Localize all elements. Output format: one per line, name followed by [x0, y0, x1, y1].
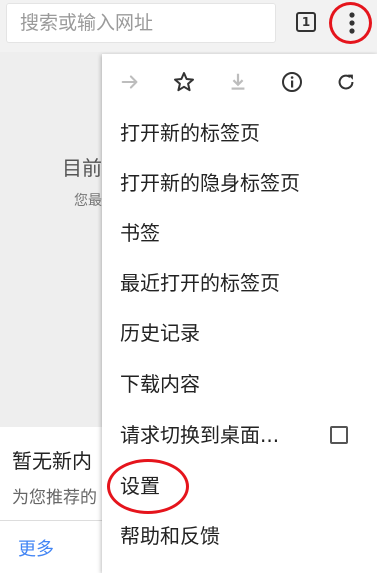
menu-item-desktop-site[interactable]: 请求切换到桌面... [102, 410, 377, 460]
menu-item-new-incognito-tab[interactable]: 打开新的隐身标签页 [102, 158, 377, 208]
menu-item-label: 打开新的隐身标签页 [120, 171, 300, 195]
star-icon[interactable] [172, 70, 196, 94]
menu-item-recent-tabs[interactable]: 最近打开的标签页 [102, 258, 377, 308]
empty-state-subtext: 您最 [74, 193, 102, 209]
info-icon[interactable] [280, 70, 304, 94]
menu-item-help-feedback[interactable]: 帮助和反馈 [102, 511, 377, 561]
empty-state-headline: 目前 [62, 156, 102, 180]
menu-item-label: 打开新的标签页 [120, 121, 260, 145]
menu-item-label: 历史记录 [120, 321, 200, 345]
menu-item-label: 最近打开的标签页 [120, 271, 280, 295]
tab-switcher-button[interactable]: 1 [296, 12, 316, 32]
menu-item-label: 设置 [120, 474, 160, 498]
menu-item-label: 下载内容 [120, 372, 200, 396]
card-title: 暂无新内 [12, 449, 92, 473]
menu-item-history[interactable]: 历史记录 [102, 308, 377, 358]
refresh-icon[interactable] [334, 70, 358, 94]
vertical-dots-icon [349, 12, 355, 34]
search-input[interactable] [6, 3, 276, 43]
menu-icon-row [102, 54, 377, 110]
download-icon[interactable] [226, 70, 250, 94]
more-link[interactable]: 更多 [18, 535, 54, 561]
card-subtitle: 为您推荐的 [12, 488, 97, 508]
omnibox[interactable] [6, 3, 276, 43]
forward-icon[interactable] [118, 70, 142, 94]
desktop-site-checkbox[interactable] [330, 426, 348, 444]
menu-item-settings[interactable]: 设置 [102, 461, 377, 511]
toolbar: 1 [0, 0, 377, 52]
overflow-menu: 打开新的标签页 打开新的隐身标签页 书签 最近打开的标签页 历史记录 下载内容 … [102, 54, 377, 573]
menu-item-new-tab[interactable]: 打开新的标签页 [102, 108, 377, 158]
menu-item-bookmarks[interactable]: 书签 [102, 208, 377, 258]
menu-item-downloads[interactable]: 下载内容 [102, 359, 377, 409]
menu-item-label: 帮助和反馈 [120, 524, 220, 548]
menu-item-label: 书签 [120, 221, 160, 245]
menu-item-label: 请求切换到桌面... [120, 423, 280, 447]
more-options-button[interactable] [340, 8, 364, 38]
